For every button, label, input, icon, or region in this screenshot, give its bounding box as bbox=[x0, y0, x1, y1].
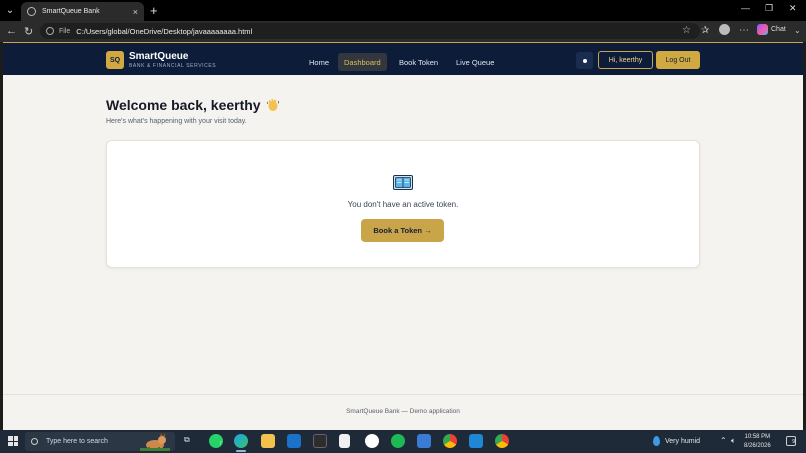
copilot-icon bbox=[757, 24, 768, 35]
address-bar[interactable]: File C:/Users/global/OneDrive/Desktop/ja… bbox=[40, 23, 700, 39]
notification-count: 9 bbox=[792, 439, 795, 445]
browser-tab[interactable]: SmartQueue Bank × bbox=[21, 2, 144, 21]
restore-button[interactable]: ❐ bbox=[765, 3, 773, 14]
nav-dashboard[interactable]: Dashboard bbox=[338, 53, 387, 71]
brand-logo[interactable]: SQ bbox=[106, 51, 124, 69]
ticket-icon bbox=[393, 175, 413, 195]
document-icon[interactable] bbox=[339, 434, 350, 448]
waving-hand-icon bbox=[266, 98, 280, 112]
humidity-drop-icon bbox=[653, 436, 660, 446]
app-viewport: SQ SmartQueue BANK & FINANCIAL SERVICES … bbox=[3, 42, 803, 430]
weather-label: Very humid bbox=[665, 437, 701, 445]
profile-avatar[interactable] bbox=[719, 24, 730, 35]
edge-browser-icon[interactable] bbox=[234, 434, 248, 448]
footer-divider bbox=[3, 394, 803, 395]
brand-name: SmartQueue bbox=[129, 51, 189, 62]
nav-live-queue[interactable]: Live Queue bbox=[450, 53, 500, 71]
chevron-down-icon[interactable]: ⌄ bbox=[794, 26, 801, 35]
tab-title: SmartQueue Bank bbox=[42, 8, 100, 15]
app-icon[interactable] bbox=[313, 434, 327, 448]
address-url[interactable]: C:/Users/global/OneDrive/Desktop/javaaaa… bbox=[76, 27, 252, 36]
globe-icon bbox=[27, 7, 36, 16]
search-icon bbox=[31, 438, 38, 445]
welcome-title: Welcome back, keerthy bbox=[106, 97, 261, 113]
more-menu-icon[interactable]: ⋯ bbox=[739, 25, 749, 36]
back-arrow-icon[interactable]: ← bbox=[6, 25, 17, 37]
spotify-icon[interactable] bbox=[391, 434, 405, 448]
chrome-profile-icon[interactable] bbox=[495, 434, 509, 448]
windows-start-icon[interactable] bbox=[8, 436, 18, 446]
nav-book-token[interactable]: Book Token bbox=[393, 53, 444, 71]
windows-taskbar: Type here to search ⧉ 7 Very humid ⌃ 🔈︎ … bbox=[0, 430, 806, 453]
chrome-icon[interactable] bbox=[443, 434, 457, 448]
logout-button[interactable]: Log Out bbox=[656, 51, 700, 69]
volume-icon[interactable]: 🔈︎ bbox=[731, 436, 736, 446]
theme-dot-icon bbox=[582, 58, 587, 63]
browser-tab-bar: ⌄ SmartQueue Bank × + — ❐ ✕ bbox=[0, 0, 806, 21]
chat-label: Chat bbox=[771, 26, 786, 33]
taskbar-clock[interactable]: 10:58 PM 8/26/2026 bbox=[744, 433, 771, 451]
app-header: SQ SmartQueue BANK & FINANCIAL SERVICES … bbox=[3, 42, 803, 75]
task-view-icon[interactable]: ⧉ bbox=[184, 435, 190, 445]
close-window-button[interactable]: ✕ bbox=[789, 3, 797, 14]
theme-toggle-button[interactable] bbox=[576, 52, 593, 69]
mail-icon[interactable] bbox=[287, 434, 301, 448]
tab-list-chevron-icon[interactable]: ⌄ bbox=[0, 0, 20, 21]
chat-button[interactable]: Chat bbox=[757, 24, 786, 35]
taskbar-search-placeholder: Type here to search bbox=[46, 438, 108, 445]
favorite-star-icon[interactable]: ☆ bbox=[682, 25, 691, 36]
user-greeting-button[interactable]: Hi, keerthy bbox=[598, 51, 653, 69]
whatsapp-badge: 7 bbox=[219, 441, 222, 447]
page-title: Welcome back, keerthy bbox=[106, 97, 280, 113]
clock-date: 8/26/2026 bbox=[744, 443, 771, 449]
empty-state-message: You don't have an active token. bbox=[347, 200, 459, 209]
notification-center-button[interactable]: 9 bbox=[786, 436, 796, 446]
clock-time: 10:58 PM bbox=[744, 434, 771, 440]
task-manager-icon[interactable] bbox=[417, 434, 431, 448]
active-app-indicator bbox=[236, 450, 246, 452]
tray-chevron-up-icon[interactable]: ⌃ bbox=[720, 436, 727, 445]
footer-text: SmartQueue Bank — Demo application bbox=[346, 408, 460, 415]
file-explorer-icon[interactable] bbox=[261, 434, 275, 448]
favorites-icon[interactable]: ✰ bbox=[701, 25, 709, 36]
minimize-button[interactable]: — bbox=[741, 3, 750, 13]
weather-widget[interactable]: Very humid bbox=[653, 436, 700, 446]
search-highlight-illustration bbox=[138, 433, 172, 451]
tab-close-button[interactable]: × bbox=[133, 7, 138, 17]
nav-home[interactable]: Home bbox=[303, 53, 335, 71]
info-icon[interactable] bbox=[46, 27, 54, 35]
brand-tagline: BANK & FINANCIAL SERVICES bbox=[129, 63, 217, 69]
book-token-button[interactable]: Book a Token → bbox=[361, 219, 444, 242]
vscode-icon[interactable] bbox=[469, 434, 483, 448]
welcome-subtitle: Here's what's happening with your visit … bbox=[106, 118, 247, 125]
address-scheme-label: File bbox=[59, 27, 71, 35]
github-icon[interactable] bbox=[365, 434, 379, 448]
reload-icon[interactable]: ↻ bbox=[24, 25, 33, 38]
new-tab-button[interactable]: + bbox=[150, 3, 158, 18]
